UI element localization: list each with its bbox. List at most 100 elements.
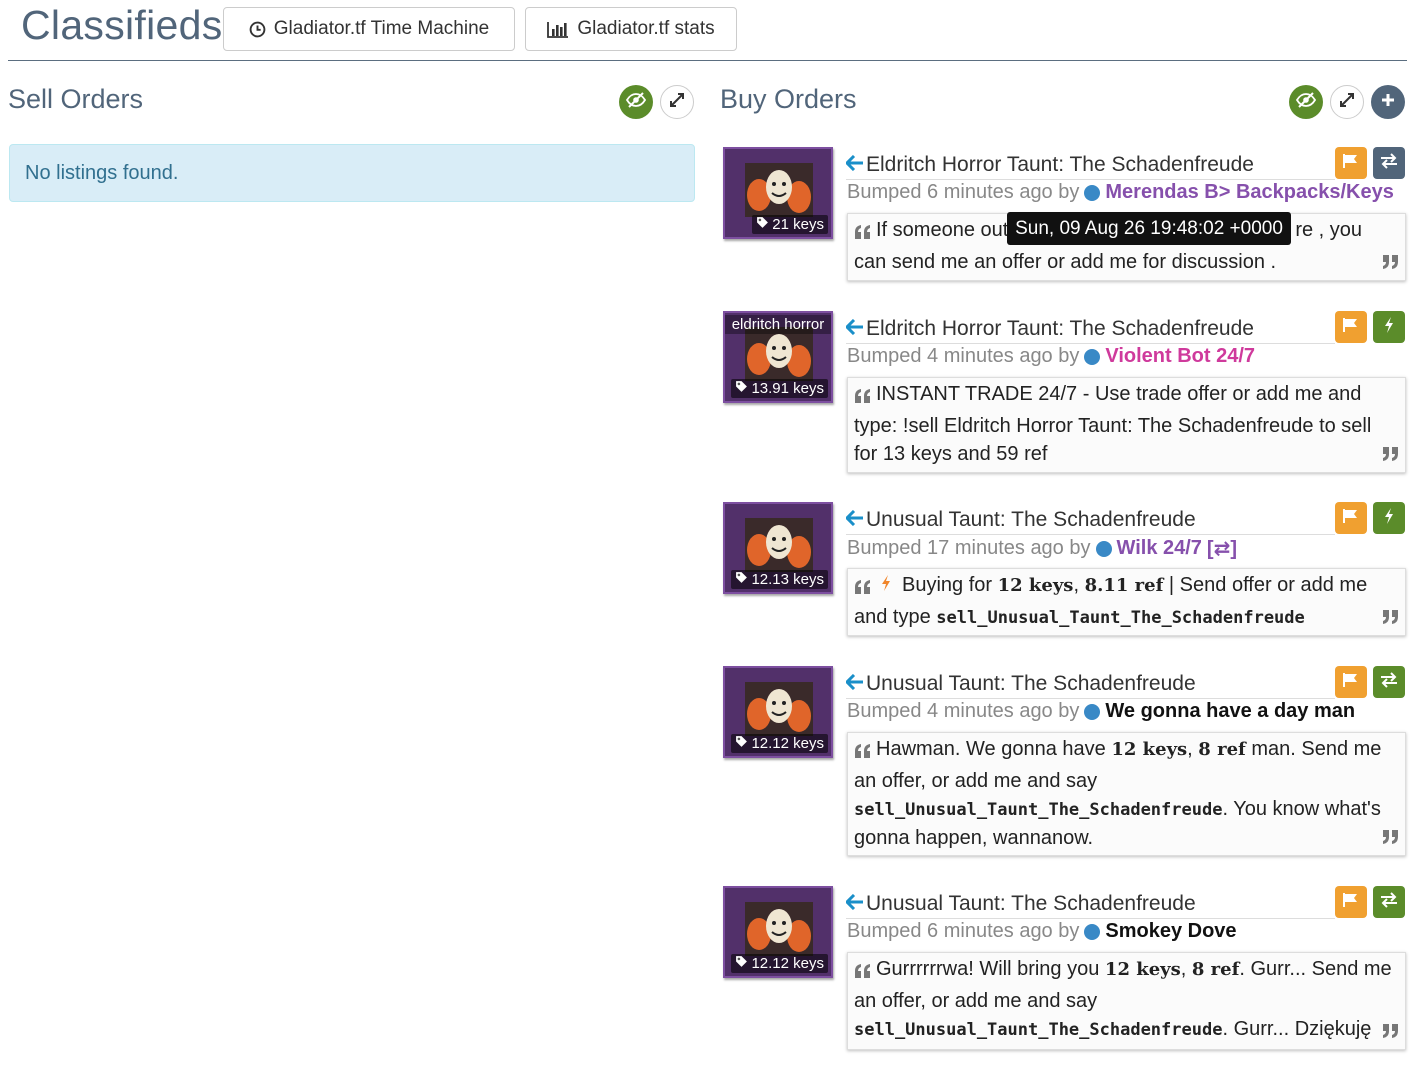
item-title[interactable]: Unusual Taunt: The Schadenfreude bbox=[844, 670, 1335, 699]
lightning-icon bbox=[1383, 316, 1395, 339]
item-title[interactable]: Eldritch Horror Taunt: The Schadenfreude bbox=[844, 315, 1335, 344]
flag-icon bbox=[1342, 892, 1360, 913]
bumped-text[interactable]: Bumped 6 minutes ago by bbox=[847, 920, 1079, 943]
page-title: Classifieds bbox=[21, 2, 223, 48]
buy-toggle-visibility-button[interactable] bbox=[1289, 85, 1323, 119]
tag-icon bbox=[756, 216, 769, 233]
item-thumbnail[interactable]: 12.12 keys bbox=[723, 666, 833, 758]
exchange-icon bbox=[1379, 671, 1399, 693]
no-listings-alert: No listings found. bbox=[9, 144, 695, 202]
item-thumbnail[interactable]: eldritch horror 13.91 keys bbox=[723, 311, 833, 403]
lightning-icon bbox=[1383, 507, 1395, 530]
item-name: Unusual Taunt: The Schadenfreude bbox=[866, 508, 1196, 531]
item-name: Eldritch Horror Taunt: The Schadenfreude bbox=[866, 153, 1254, 176]
report-button[interactable] bbox=[1335, 502, 1367, 534]
plus-icon bbox=[1380, 92, 1396, 113]
quote-close-icon bbox=[1381, 605, 1399, 633]
item-name: Unusual Taunt: The Schadenfreude bbox=[866, 892, 1196, 915]
arrow-left-icon bbox=[844, 672, 864, 696]
taunt-art bbox=[745, 902, 813, 956]
taunt-art bbox=[745, 163, 813, 217]
arrow-left-icon bbox=[844, 892, 864, 916]
online-status-dot bbox=[1084, 184, 1101, 201]
item-thumbnail[interactable]: 21 keys bbox=[723, 147, 833, 239]
item-title[interactable]: Unusual Taunt: The Schadenfreude bbox=[844, 890, 1335, 919]
quote-close-icon bbox=[1381, 442, 1399, 470]
price-value: 13.91 keys bbox=[751, 380, 824, 397]
price-tag: 21 keys bbox=[752, 215, 828, 234]
instant-trade-button[interactable] bbox=[1373, 502, 1405, 534]
online-status-dot bbox=[1095, 540, 1112, 557]
sell-orders-title: Sell Orders bbox=[8, 84, 144, 114]
sell-expand-button[interactable] bbox=[660, 85, 694, 119]
quote-open-icon bbox=[854, 739, 872, 767]
bar-chart-icon bbox=[547, 21, 569, 38]
stats-label: Gladiator.tf stats bbox=[577, 18, 715, 39]
report-button[interactable] bbox=[1335, 886, 1367, 918]
price-value: 12.13 keys bbox=[751, 571, 824, 588]
quote-close-icon bbox=[1381, 250, 1399, 278]
tag-icon bbox=[735, 571, 748, 588]
listing-comment: INSTANT TRADE 24/7 - Use trade offer or … bbox=[847, 377, 1406, 473]
item-title[interactable]: Eldritch Horror Taunt: The Schadenfreude bbox=[844, 151, 1335, 180]
trade-offer-button[interactable] bbox=[1373, 147, 1405, 179]
item-name: Unusual Taunt: The Schadenfreude bbox=[866, 672, 1196, 695]
price-value: 12.12 keys bbox=[751, 955, 824, 972]
expand-icon bbox=[1339, 92, 1355, 113]
buy-expand-button[interactable] bbox=[1330, 85, 1364, 119]
item-name: Eldritch Horror Taunt: The Schadenfreude bbox=[866, 317, 1254, 340]
bumped-timestamp-tooltip: Sun, 09 Aug 26 19:48:02 +0000 bbox=[1007, 212, 1291, 245]
page-header: Classifieds Gladiator.tf Time Machine Gl… bbox=[8, 0, 1407, 61]
item-thumbnail[interactable]: 12.13 keys bbox=[723, 502, 833, 594]
item-title[interactable]: Unusual Taunt: The Schadenfreude bbox=[844, 506, 1335, 535]
user-link[interactable]: We gonna have a day man bbox=[1105, 700, 1355, 723]
listing-comment: Buying for 12 keys, 8.11 ref | Send offe… bbox=[847, 568, 1406, 636]
taunt-art bbox=[745, 682, 813, 736]
bumped-line: Bumped 6 minutes ago by Merendas B> Back… bbox=[847, 181, 1394, 204]
flag-icon bbox=[1342, 508, 1360, 529]
tag-icon bbox=[735, 735, 748, 752]
online-status-dot bbox=[1084, 703, 1101, 720]
bumped-text[interactable]: Bumped 6 minutes ago by bbox=[847, 181, 1079, 204]
price-tag: 12.13 keys bbox=[731, 570, 828, 589]
instant-trade-button[interactable] bbox=[1373, 311, 1405, 343]
user-badge: [⇄] bbox=[1206, 538, 1237, 560]
online-status-dot bbox=[1084, 923, 1101, 940]
time-machine-label: Gladiator.tf Time Machine bbox=[273, 18, 490, 39]
user-link[interactable]: Wilk 24/7 bbox=[1117, 537, 1202, 560]
eye-slash-icon bbox=[625, 91, 647, 113]
flag-icon bbox=[1342, 672, 1360, 693]
report-button[interactable] bbox=[1335, 311, 1367, 343]
bumped-line: Bumped 17 minutes ago by Wilk 24/7 [⇄] bbox=[847, 536, 1237, 561]
bumped-line: Bumped 4 minutes ago by We gonna have a … bbox=[847, 700, 1355, 723]
taunt-art bbox=[745, 518, 813, 572]
bumped-text[interactable]: Bumped 4 minutes ago by bbox=[847, 700, 1079, 723]
quote-open-icon bbox=[854, 959, 872, 987]
lightning-icon bbox=[880, 572, 892, 600]
report-button[interactable] bbox=[1335, 147, 1367, 179]
add-buy-order-button[interactable] bbox=[1371, 85, 1405, 119]
bumped-text[interactable]: Bumped 4 minutes ago by bbox=[847, 345, 1079, 368]
price-tag: 12.12 keys bbox=[731, 734, 828, 753]
listing-comment: Hawman. We gonna have 12 keys, 8 ref man… bbox=[847, 732, 1406, 856]
online-status-dot bbox=[1084, 348, 1101, 365]
stats-button[interactable]: Gladiator.tf stats bbox=[525, 7, 737, 51]
time-machine-button[interactable]: Gladiator.tf Time Machine bbox=[223, 7, 515, 51]
report-button[interactable] bbox=[1335, 666, 1367, 698]
user-link[interactable]: Merendas B> Backpacks/Keys bbox=[1105, 181, 1394, 204]
quote-open-icon bbox=[854, 384, 872, 412]
item-thumbnail[interactable]: 12.12 keys bbox=[723, 886, 833, 978]
clock-icon bbox=[249, 21, 266, 38]
trade-offer-button[interactable] bbox=[1373, 666, 1405, 698]
sell-toggle-visibility-button[interactable] bbox=[619, 85, 653, 119]
tag-icon bbox=[735, 380, 748, 397]
arrow-left-icon bbox=[844, 153, 864, 177]
eye-slash-icon bbox=[1295, 91, 1317, 113]
user-link[interactable]: Violent Bot 24/7 bbox=[1105, 345, 1255, 368]
expand-icon bbox=[669, 92, 685, 113]
user-link[interactable]: Smokey Dove bbox=[1105, 920, 1236, 943]
quote-open-icon bbox=[854, 220, 872, 248]
arrow-left-icon bbox=[844, 508, 864, 532]
bumped-text[interactable]: Bumped 17 minutes ago by bbox=[847, 537, 1091, 560]
trade-offer-button[interactable] bbox=[1373, 886, 1405, 918]
